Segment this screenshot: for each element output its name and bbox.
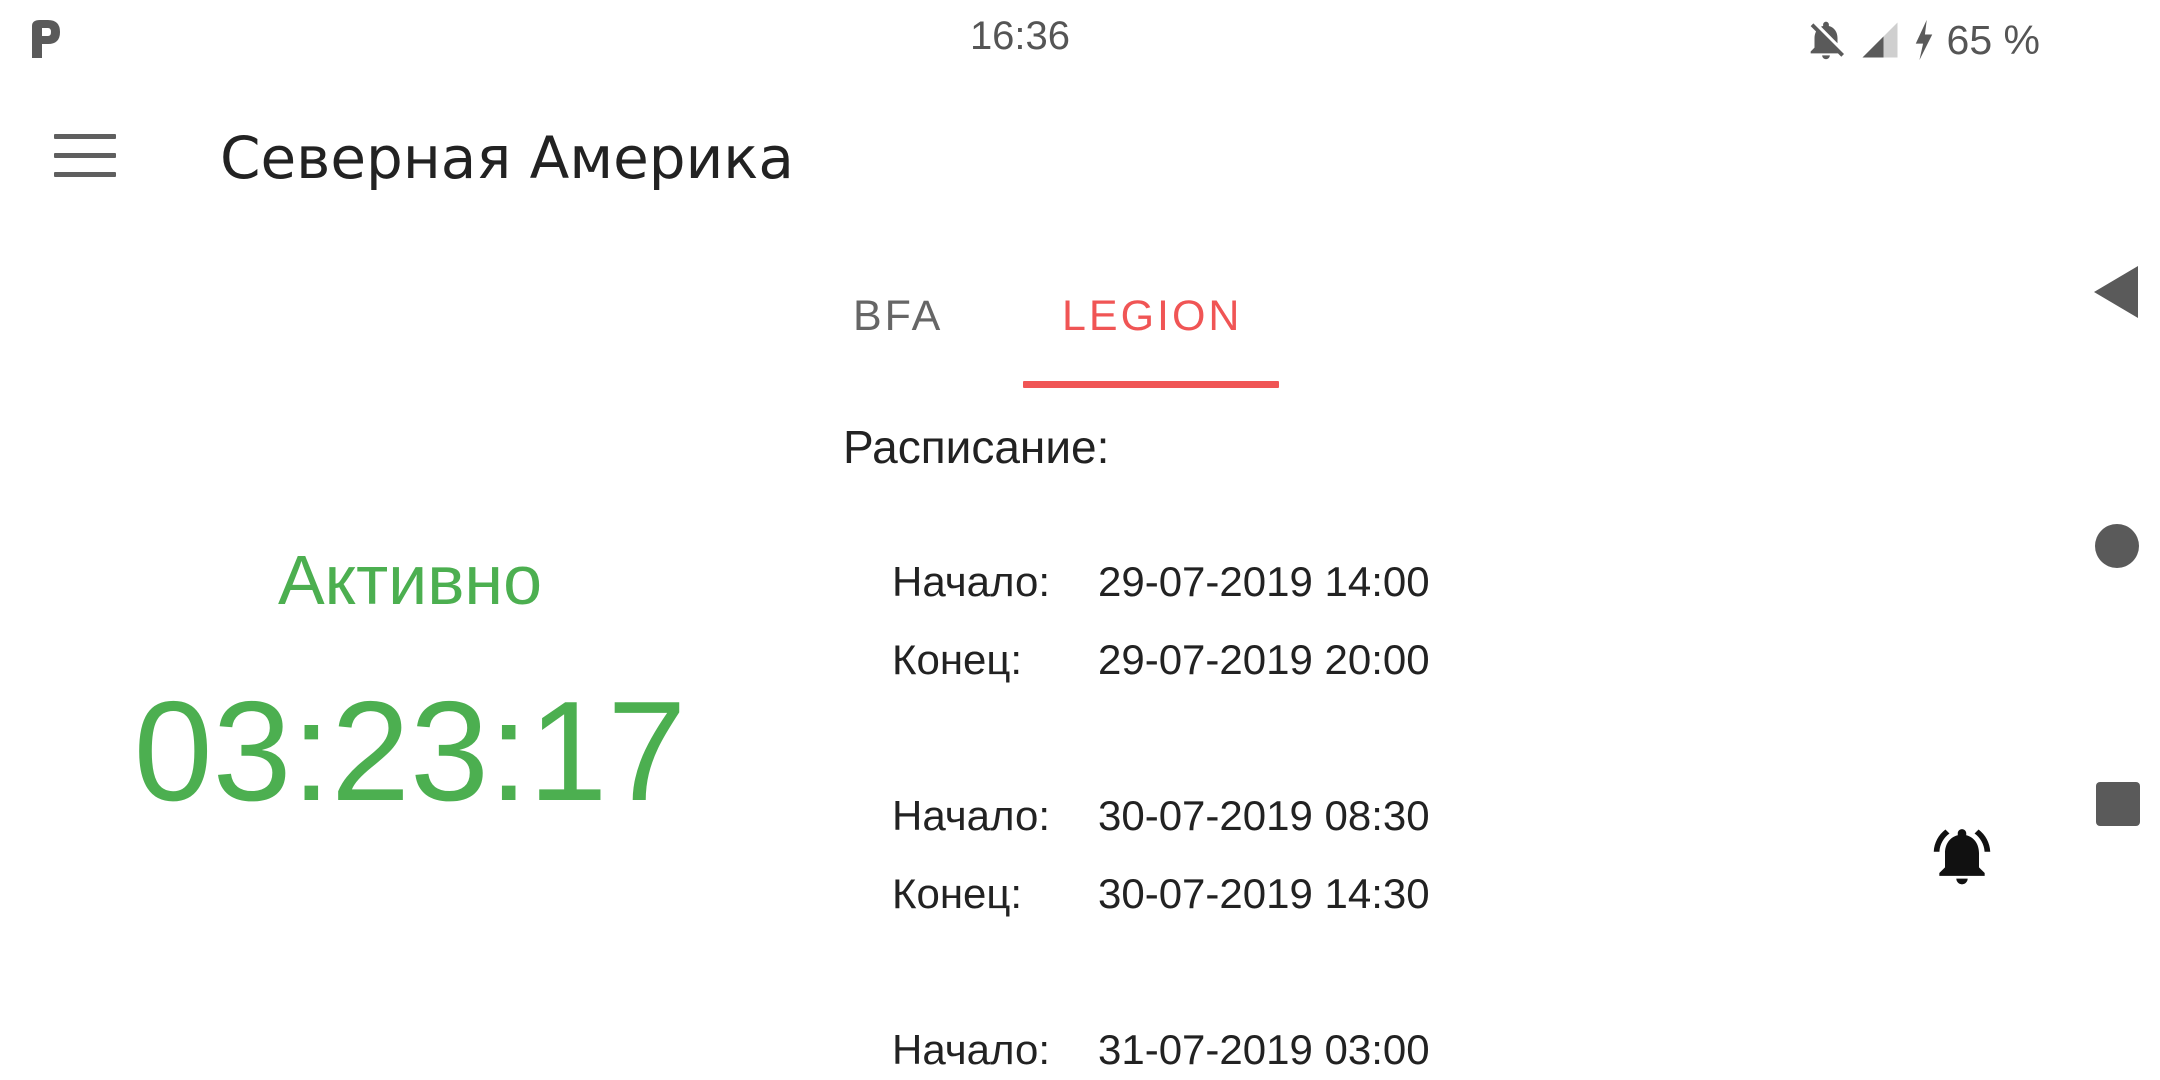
battery-level: 65 % [1946, 16, 2040, 63]
screen: 16:36 65 % Северная Америка BFA LEGION А… [0, 0, 2160, 1080]
end-label: Конец: [892, 870, 1023, 917]
status-right: 65 % [1803, 12, 2040, 68]
signal-icon [1862, 22, 1898, 58]
schedule-start-row: Начало: 29-07-2019 14:00 [892, 558, 1430, 606]
end-label: Конец: [892, 636, 1023, 683]
home-icon[interactable] [2095, 524, 2139, 568]
status-bar: 16:36 65 % [0, 0, 2040, 80]
back-icon[interactable] [2094, 266, 2138, 318]
schedule-title: Расписание: [843, 421, 1110, 473]
schedule-start-row: Начало: 31-07-2019 03:00 [892, 1026, 1430, 1074]
start-label: Начало: [892, 1026, 1051, 1073]
start-value: 30-07-2019 08:30 [1098, 792, 1430, 839]
schedule-start-row: Начало: 30-07-2019 08:30 [892, 792, 1430, 840]
countdown-timer: 03:23:17 [133, 672, 687, 831]
start-label: Начало: [892, 558, 1051, 605]
end-value: 30-07-2019 14:30 [1098, 870, 1430, 917]
tab-legion[interactable]: LEGION [1062, 292, 1243, 341]
start-label: Начало: [892, 792, 1051, 839]
start-value: 31-07-2019 03:00 [1098, 1026, 1430, 1073]
navigation-bar [2040, 0, 2160, 1080]
tab-indicator [1023, 381, 1279, 388]
bell-off-icon [1810, 21, 1844, 60]
charging-icon [1915, 19, 1932, 61]
recent-apps-icon[interactable] [2096, 782, 2140, 826]
schedule-end-row: Конец: 29-07-2019 20:00 [892, 636, 1430, 684]
status-label: Активно [277, 541, 543, 619]
schedule-end-row: Конец: 30-07-2019 14:30 [892, 870, 1430, 918]
tab-bfa[interactable]: BFA [853, 292, 943, 341]
start-value: 29-07-2019 14:00 [1098, 558, 1430, 605]
end-value: 29-07-2019 20:00 [1098, 636, 1430, 683]
status-time: 16:36 [969, 14, 1071, 58]
page-title: Северная Америка [220, 124, 794, 192]
bell-alarm-icon[interactable] [1928, 820, 1996, 892]
hamburger-menu-icon[interactable] [54, 134, 116, 178]
